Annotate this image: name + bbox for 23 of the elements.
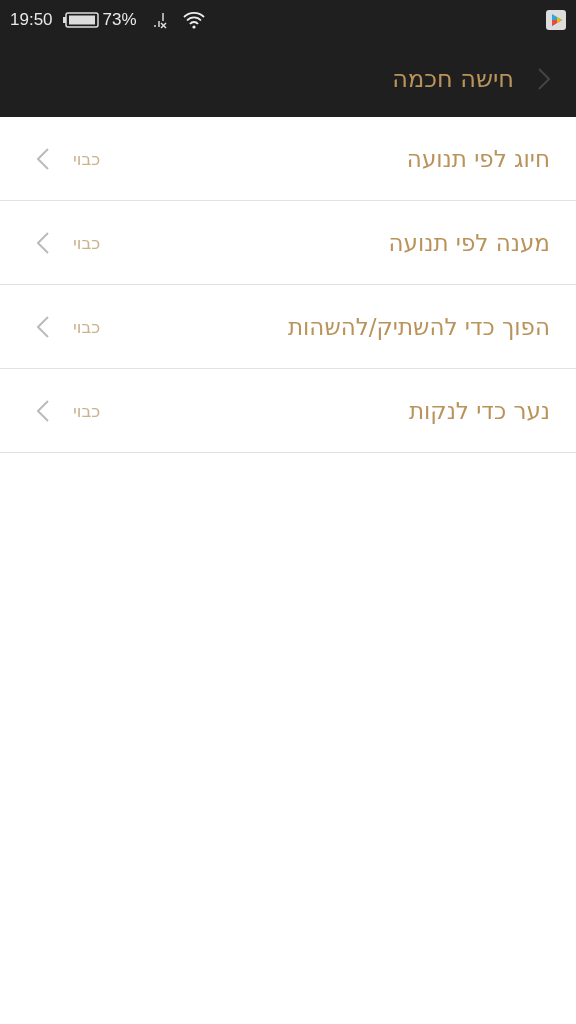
setting-label: מענה לפי תנועה <box>387 229 550 256</box>
back-icon[interactable] <box>538 67 550 90</box>
setting-value: כבוי <box>73 316 101 337</box>
chevron-icon <box>37 315 49 338</box>
wifi-icon <box>182 11 205 29</box>
settings-row[interactable]: מענה לפי תנועה כבוי <box>0 201 576 285</box>
settings-row[interactable]: הפוך כדי להשתיק/להשהות כבוי <box>0 285 576 369</box>
page-title: חישה חכמה <box>392 64 514 93</box>
setting-label: חיוג לפי תנועה <box>405 145 550 172</box>
settings-row[interactable]: נער כדי לנקות כבוי <box>0 369 576 453</box>
battery-icon <box>62 12 99 28</box>
clock: 19:50 <box>10 10 53 30</box>
settings-row[interactable]: חיוג לפי תנועה כבוי <box>0 117 576 201</box>
battery-percent: 73% <box>102 10 137 30</box>
setting-value: כבוי <box>73 232 101 253</box>
chevron-icon <box>37 231 49 254</box>
chevron-icon <box>37 147 49 170</box>
setting-label: נער כדי לנקות <box>407 397 550 424</box>
setting-value: כבוי <box>73 148 101 169</box>
chevron-icon <box>37 399 49 422</box>
setting-value: כבוי <box>73 400 101 421</box>
setting-label: הפוך כדי להשתיק/להשהות <box>286 313 550 340</box>
play-store-icon <box>546 10 566 30</box>
